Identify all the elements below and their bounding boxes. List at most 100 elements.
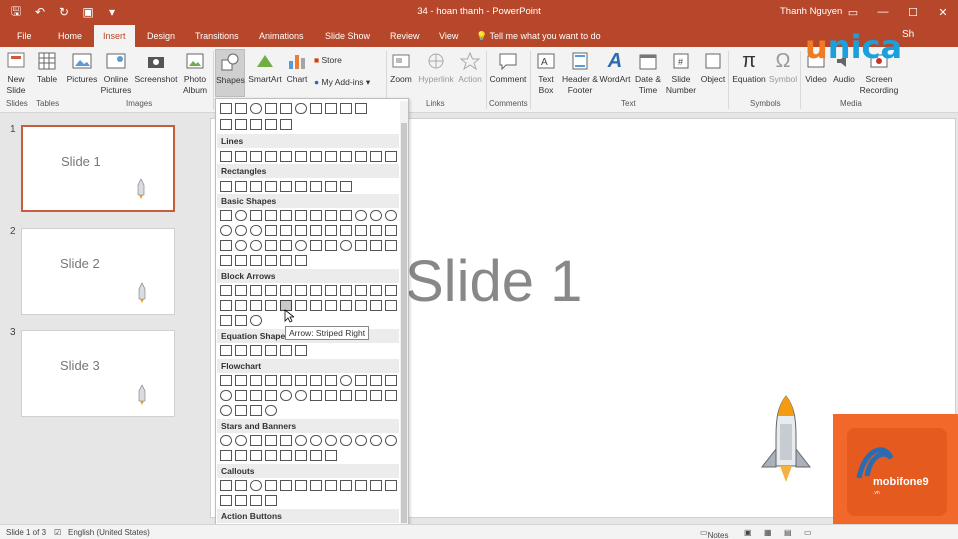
shape-star-6[interactable] — [280, 435, 292, 446]
shape-flow-merge[interactable] — [355, 390, 367, 401]
slide-thumbnail-2[interactable]: Slide 2 — [21, 228, 175, 315]
store-button[interactable]: ■ Store — [314, 55, 342, 66]
tab-animations[interactable]: Animations — [250, 25, 313, 47]
shape-callout-rect[interactable] — [220, 480, 232, 491]
shape-line[interactable] — [220, 151, 232, 162]
shape-flow-delay[interactable] — [385, 390, 397, 401]
shape-circular-arrow[interactable] — [250, 315, 262, 326]
shape-diamond[interactable] — [310, 210, 322, 221]
shape-round-rectangle[interactable] — [340, 181, 352, 192]
shape-flow-sort[interactable] — [325, 390, 337, 401]
shape-callout-up-arrow[interactable] — [385, 300, 397, 311]
my-addins-button[interactable]: ● My Add-ins ▾ — [314, 77, 370, 88]
shape-flow-punched-tape[interactable] — [265, 390, 277, 401]
shape-oval[interactable] — [250, 103, 262, 114]
shape-flow-sequential-access[interactable] — [220, 405, 232, 416]
shape-right-triangle[interactable] — [265, 210, 277, 221]
shape-flow-direct-access[interactable] — [250, 405, 262, 416]
shape-double-brace[interactable] — [235, 255, 247, 266]
shape-circle[interactable] — [295, 103, 307, 114]
shape-arrow-down[interactable] — [355, 103, 367, 114]
shape-textbox[interactable] — [220, 210, 232, 221]
shape-rectangle[interactable] — [220, 181, 232, 192]
shape-arrow-notched-right[interactable] — [295, 300, 307, 311]
shape-half-frame[interactable] — [295, 225, 307, 236]
shape-star-8[interactable] — [310, 435, 322, 446]
shape-trapezoid[interactable] — [295, 210, 307, 221]
shape-callout-line-3[interactable] — [310, 480, 322, 491]
shape-flow-process[interactable] — [220, 375, 232, 386]
shape-square[interactable] — [280, 103, 292, 114]
shape-callout-left-arrow[interactable] — [370, 300, 382, 311]
shapes-button[interactable]: Shapes — [215, 49, 245, 97]
shape-plaque[interactable] — [355, 225, 367, 236]
shape-double-arrow-line[interactable] — [250, 151, 262, 162]
close-icon[interactable]: ✕ — [928, 0, 958, 24]
shape-arrow-up[interactable] — [250, 285, 262, 296]
gallery-scrollbar[interactable] — [400, 101, 408, 535]
shape-arrow-line[interactable] — [235, 151, 247, 162]
shape-arrow-bent-up[interactable] — [385, 285, 397, 296]
tab-review[interactable]: Review — [381, 25, 429, 47]
shape-flow-multidocument[interactable] — [325, 375, 337, 386]
shape-flow-alternate[interactable] — [235, 375, 247, 386]
shape-flow-off-page[interactable] — [235, 390, 247, 401]
shape-textbox[interactable] — [220, 103, 232, 114]
shape-heptagon[interactable] — [355, 210, 367, 221]
tab-file[interactable]: File — [8, 25, 41, 47]
tab-insert[interactable]: Insert — [94, 25, 135, 47]
shape-star-24[interactable] — [370, 435, 382, 446]
shape-callout-line[interactable] — [280, 480, 292, 491]
shape-snip-rectangle[interactable] — [280, 181, 292, 192]
shape-oval[interactable] — [235, 210, 247, 221]
shape-minus[interactable] — [235, 345, 247, 356]
shape-star-32[interactable] — [385, 435, 397, 446]
shape-double-bracket[interactable] — [220, 255, 232, 266]
object-button[interactable]: Object — [698, 49, 728, 85]
shape-callout-border-accent-3[interactable] — [265, 495, 277, 506]
slide-thumbnail-3[interactable]: Slide 3 — [21, 330, 175, 417]
shape-division[interactable] — [265, 345, 277, 356]
shape-donut[interactable] — [235, 240, 247, 251]
share-label[interactable]: Sh — [902, 29, 914, 40]
shape-frame[interactable] — [280, 225, 292, 236]
shape-connector[interactable] — [325, 103, 337, 114]
shape-sun[interactable] — [340, 240, 352, 251]
comment-button[interactable]: Comment — [488, 49, 528, 85]
shape-flow-magnetic-disk[interactable] — [235, 405, 247, 416]
shape-arrow-down[interactable] — [265, 285, 277, 296]
shape-callout-border-accent-2[interactable] — [250, 495, 262, 506]
shape-flow-document[interactable] — [310, 375, 322, 386]
slideshow-view-icon[interactable]: ▭ — [804, 528, 812, 537]
slide-thumbnail-1[interactable]: Slide 1 — [21, 125, 175, 212]
shape-cross[interactable] — [340, 225, 352, 236]
tab-home[interactable]: Home — [49, 25, 91, 47]
shape-arrow-right[interactable] — [220, 285, 232, 296]
screenshot-button[interactable]: Screenshot — [133, 49, 179, 85]
shape-hexagon[interactable] — [340, 210, 352, 221]
shape-diagonal-stripe[interactable] — [325, 225, 337, 236]
shape-arrow-curved-up[interactable] — [250, 300, 262, 311]
gallery-scroll-thumb[interactable] — [401, 123, 407, 523]
tab-view[interactable]: View — [430, 25, 467, 47]
shape-bevel[interactable] — [220, 240, 232, 251]
user-name[interactable]: Thanh Nguyen — [780, 6, 842, 17]
shape-arrow-bent[interactable] — [340, 285, 352, 296]
shape-arrow-right[interactable] — [340, 103, 352, 114]
shape-snip-rectangle[interactable] — [265, 181, 277, 192]
shape-callout-border-2[interactable] — [385, 480, 397, 491]
tell-me-box[interactable]: 💡 Tell me what you want to do — [476, 25, 601, 47]
shape-callout-quad-arrow[interactable] — [235, 315, 247, 326]
shape-right-bracket[interactable] — [265, 255, 277, 266]
shape-arrow-left-right-up[interactable] — [325, 285, 337, 296]
shape-not-equal[interactable] — [295, 345, 307, 356]
shape-chevron[interactable] — [325, 300, 337, 311]
shape-rectangle[interactable] — [265, 103, 277, 114]
shape-callout-border-3[interactable] — [220, 495, 232, 506]
shape-explosion[interactable] — [220, 435, 232, 446]
wordart-button[interactable]: A WordArt — [599, 49, 631, 85]
shape-arrow-curved-right[interactable] — [220, 300, 232, 311]
shape-ribbon-down[interactable] — [235, 450, 247, 461]
shape-callout-border[interactable] — [370, 480, 382, 491]
shape-arrow-curved-down[interactable] — [265, 300, 277, 311]
